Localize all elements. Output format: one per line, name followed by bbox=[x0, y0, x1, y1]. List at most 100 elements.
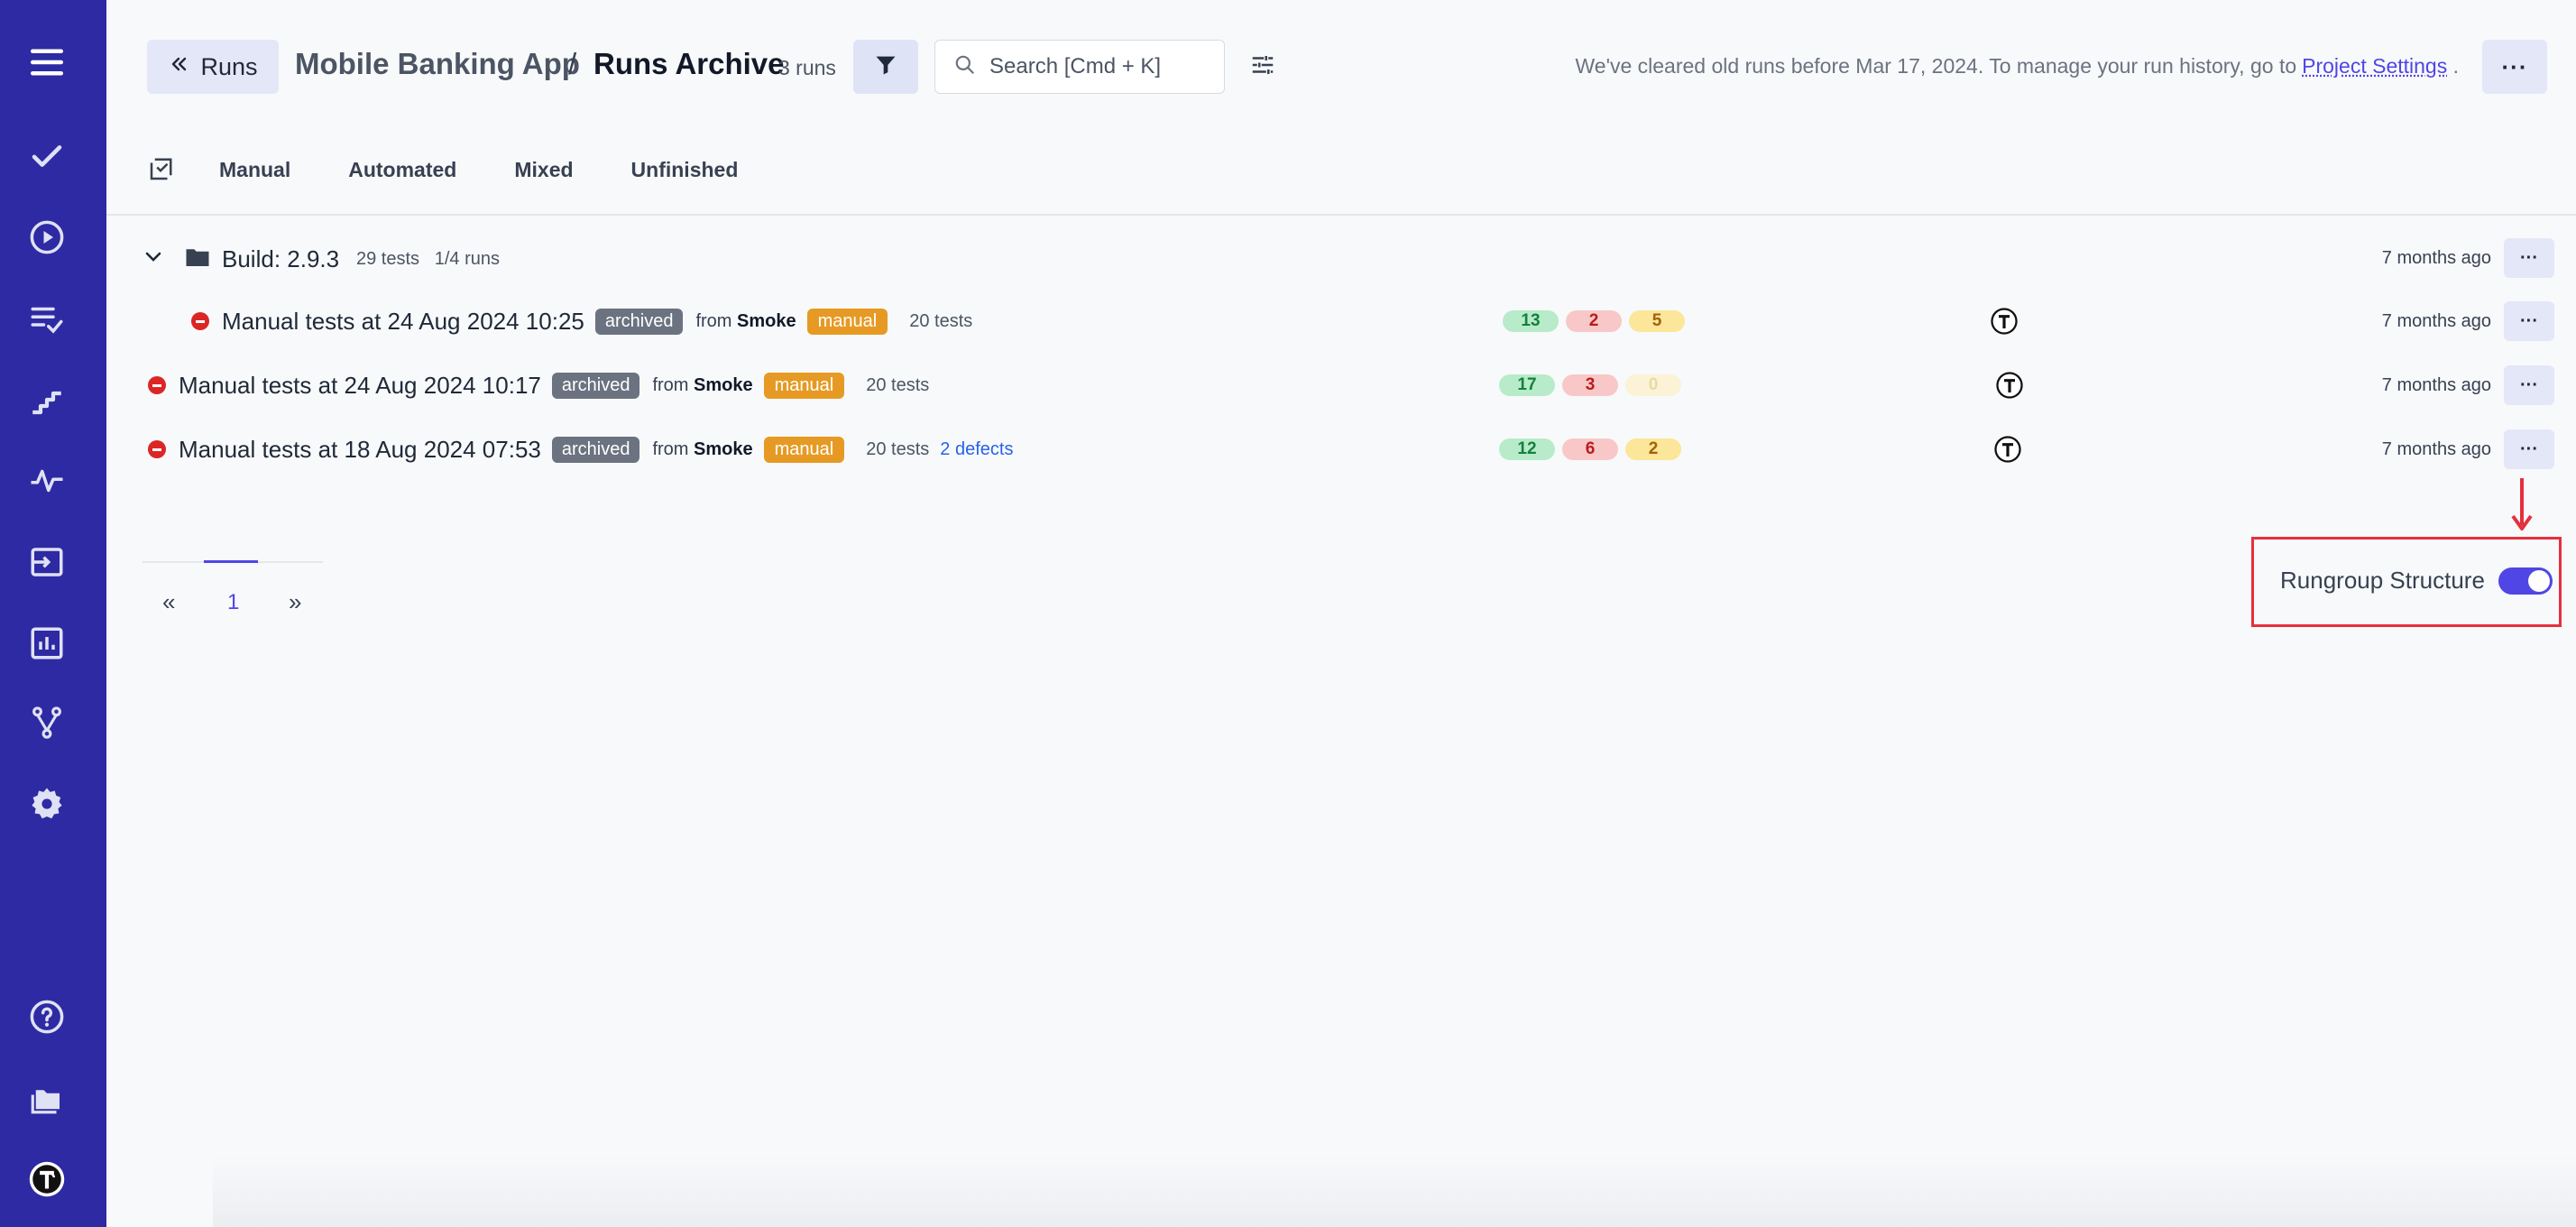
run-more-button[interactable]: ··· bbox=[2504, 365, 2554, 405]
rungroup-runs: 1/4 runs bbox=[434, 249, 500, 269]
manual-badge: manual bbox=[763, 436, 845, 463]
failed-status-icon bbox=[191, 312, 209, 330]
rungroup-time: 7 months ago bbox=[2381, 247, 2491, 268]
import-icon[interactable] bbox=[26, 541, 68, 583]
rungroup-title[interactable]: Build: 2.9.3 bbox=[222, 245, 339, 273]
run-more-button[interactable]: ··· bbox=[2504, 429, 2554, 469]
search-icon bbox=[935, 53, 977, 81]
retention-notice-end: . bbox=[2452, 54, 2459, 78]
menu-icon[interactable] bbox=[26, 42, 68, 83]
avatar bbox=[1991, 308, 2018, 335]
rungroup-structure-toggle[interactable] bbox=[2498, 567, 2553, 595]
skipped-count: 5 bbox=[1629, 310, 1685, 332]
retention-notice: We've cleared old runs before Mar 17, 20… bbox=[1576, 54, 2460, 78]
search-input[interactable]: Search [Cmd + K] bbox=[934, 40, 1225, 94]
tests-count: 20 tests bbox=[909, 310, 973, 331]
run-time: 7 months ago bbox=[2381, 438, 2491, 459]
manual-badge: manual bbox=[806, 308, 888, 335]
failed-status-icon bbox=[148, 376, 166, 394]
filter-icon bbox=[873, 52, 898, 82]
play-circle-icon[interactable] bbox=[26, 217, 68, 258]
tests-count: 20 tests bbox=[866, 374, 930, 395]
select-all-icon[interactable] bbox=[147, 155, 176, 184]
passed-count: 17 bbox=[1499, 374, 1555, 396]
annotation-arrow-icon bbox=[2508, 476, 2535, 537]
defects-link[interactable]: 2 defects bbox=[940, 439, 1013, 460]
pulse-icon[interactable] bbox=[26, 460, 68, 502]
table-row[interactable]: Manual tests at 24 Aug 2024 10:17 archiv… bbox=[106, 358, 2576, 412]
list-check-icon[interactable] bbox=[26, 298, 68, 339]
skipped-count: 0 bbox=[1625, 374, 1681, 396]
rungroup-more-button[interactable]: ··· bbox=[2504, 238, 2554, 278]
project-settings-link[interactable]: Project Settings bbox=[2302, 54, 2447, 78]
filter-button[interactable] bbox=[853, 40, 918, 94]
pagination-prev[interactable]: « bbox=[162, 588, 175, 616]
steps-icon[interactable] bbox=[26, 379, 68, 420]
rungroup-tests: 29 tests bbox=[356, 249, 420, 269]
avatar bbox=[1996, 372, 2023, 399]
run-time: 7 months ago bbox=[2381, 310, 2491, 331]
failed-count: 2 bbox=[1566, 310, 1622, 332]
back-to-runs-button[interactable]: Runs bbox=[147, 40, 279, 94]
page-title: Runs Archive bbox=[593, 47, 785, 80]
pagination-page-1[interactable]: 1 bbox=[227, 590, 239, 615]
run-more-button[interactable]: ··· bbox=[2504, 301, 2554, 341]
rungroup-meta: 29 tests 1/4 runs bbox=[356, 249, 500, 270]
check-icon[interactable] bbox=[26, 135, 68, 177]
toggle-knob bbox=[2528, 570, 2550, 592]
manual-badge: manual bbox=[763, 372, 845, 399]
status-counts: 12 6 2 bbox=[1499, 422, 1688, 476]
breadcrumb-separator: / bbox=[568, 47, 577, 80]
branch-icon[interactable] bbox=[26, 702, 68, 743]
chevron-down-icon[interactable] bbox=[143, 245, 164, 272]
chart-icon[interactable] bbox=[26, 623, 68, 664]
sliders-icon bbox=[1249, 51, 1276, 83]
avatar bbox=[1994, 436, 2021, 463]
retention-notice-text: We've cleared old runs before Mar 17, 20… bbox=[1575, 54, 2297, 78]
run-title[interactable]: Manual tests at 18 Aug 2024 07:53 bbox=[179, 436, 541, 464]
pagination-next[interactable]: » bbox=[289, 588, 301, 616]
tab-mixed[interactable]: Mixed bbox=[514, 158, 573, 182]
help-icon[interactable] bbox=[26, 996, 68, 1038]
rungroup-structure-label: Rungroup Structure bbox=[2280, 567, 2485, 594]
header-more-button[interactable]: ··· bbox=[2482, 40, 2547, 94]
tab-unfinished[interactable]: Unfinished bbox=[631, 158, 739, 182]
pagination-active-indicator bbox=[204, 560, 258, 563]
run-title[interactable]: Manual tests at 24 Aug 2024 10:25 bbox=[222, 308, 584, 336]
search-placeholder: Search [Cmd + K] bbox=[989, 54, 1162, 78]
tab-automated[interactable]: Automated bbox=[348, 158, 456, 182]
table-row[interactable]: Manual tests at 24 Aug 2024 10:25 archiv… bbox=[106, 294, 2576, 348]
status-counts: 17 3 0 bbox=[1499, 358, 1688, 412]
run-count: 3 runs bbox=[778, 56, 836, 79]
divider bbox=[106, 214, 2576, 216]
breadcrumb-project[interactable]: Mobile Banking App bbox=[295, 47, 580, 81]
failed-count: 3 bbox=[1562, 374, 1618, 396]
run-time: 7 months ago bbox=[2381, 374, 2491, 395]
passed-count: 12 bbox=[1499, 438, 1555, 460]
run-type-tabs: Manual Automated Mixed Unfinished bbox=[147, 155, 796, 184]
bottom-fade bbox=[213, 1155, 2576, 1227]
main-content: Runs Mobile Banking App / Runs Archive 3… bbox=[106, 0, 2576, 1227]
tests-count: 20 tests bbox=[866, 438, 930, 459]
failed-count: 6 bbox=[1562, 438, 1618, 460]
passed-count: 13 bbox=[1503, 310, 1559, 332]
run-source: from Smoke bbox=[695, 310, 796, 331]
run-source: from Smoke bbox=[652, 374, 753, 395]
back-to-runs-label: Runs bbox=[200, 52, 258, 80]
column-settings-button[interactable] bbox=[1245, 49, 1281, 85]
double-chevron-left-icon bbox=[168, 53, 189, 81]
status-counts: 13 2 5 bbox=[1503, 294, 1692, 348]
run-source: from Smoke bbox=[652, 438, 753, 459]
avatar-icon[interactable] bbox=[26, 1158, 68, 1200]
tab-manual[interactable]: Manual bbox=[219, 158, 290, 182]
archived-badge: archived bbox=[594, 308, 684, 335]
folder-icon bbox=[184, 244, 211, 275]
gear-icon[interactable] bbox=[26, 783, 68, 825]
archived-badge: archived bbox=[551, 436, 640, 463]
run-title[interactable]: Manual tests at 24 Aug 2024 10:17 bbox=[179, 372, 541, 400]
archived-badge: archived bbox=[551, 372, 640, 399]
folders-icon[interactable] bbox=[26, 1077, 68, 1119]
failed-status-icon bbox=[148, 440, 166, 458]
sidebar bbox=[0, 0, 106, 1227]
table-row[interactable]: Manual tests at 18 Aug 2024 07:53 archiv… bbox=[106, 422, 2576, 476]
